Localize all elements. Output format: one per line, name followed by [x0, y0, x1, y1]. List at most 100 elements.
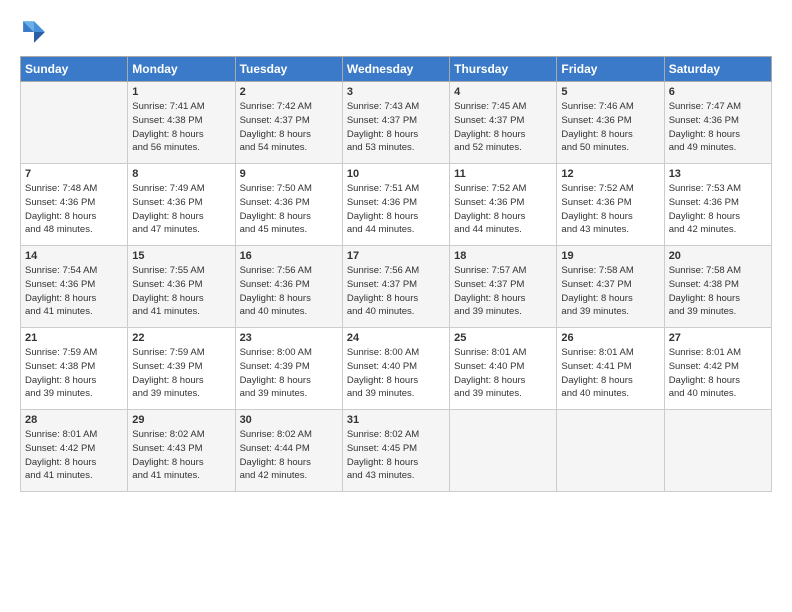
day-number: 26 [561, 332, 659, 344]
cell-info: Sunrise: 8:01 AMSunset: 4:41 PMDaylight:… [561, 346, 659, 401]
calendar-cell: 9 Sunrise: 7:50 AMSunset: 4:36 PMDaylight… [235, 164, 342, 246]
cell-info: Sunrise: 7:57 AMSunset: 4:37 PMDaylight:… [454, 264, 552, 319]
calendar-cell [664, 410, 771, 492]
logo [20, 18, 52, 46]
day-number: 18 [454, 250, 552, 262]
cell-info: Sunrise: 7:41 AMSunset: 4:38 PMDaylight:… [132, 100, 230, 155]
day-number: 3 [347, 86, 445, 98]
day-number: 22 [132, 332, 230, 344]
cell-info: Sunrise: 7:58 AMSunset: 4:37 PMDaylight:… [561, 264, 659, 319]
cell-info: Sunrise: 8:01 AMSunset: 4:40 PMDaylight:… [454, 346, 552, 401]
cell-info: Sunrise: 7:56 AMSunset: 4:37 PMDaylight:… [347, 264, 445, 319]
day-number: 1 [132, 86, 230, 98]
day-number: 17 [347, 250, 445, 262]
cell-info: Sunrise: 7:46 AMSunset: 4:36 PMDaylight:… [561, 100, 659, 155]
cell-info: Sunrise: 8:02 AMSunset: 4:45 PMDaylight:… [347, 428, 445, 483]
calendar-cell: 8Sunrise: 7:49 AMSunset: 4:36 PMDaylight… [128, 164, 235, 246]
cell-info: Sunrise: 7:42 AMSunset: 4:37 PMDaylight:… [240, 100, 338, 155]
calendar-cell: 6 Sunrise: 7:47 AMSunset: 4:36 PMDaylight… [664, 82, 771, 164]
header [20, 18, 772, 46]
day-number: 20 [669, 250, 767, 262]
day-number: 30 [240, 414, 338, 426]
calendar-cell: 24 Sunrise: 8:00 AMSunset: 4:40 PMDayligh… [342, 328, 449, 410]
day-number: 29 [132, 414, 230, 426]
cell-info: Sunrise: 8:02 AMSunset: 4:44 PMDaylight:… [240, 428, 338, 483]
cell-info: Sunrise: 8:01 AMSunset: 4:42 PMDaylight:… [25, 428, 123, 483]
calendar-cell: 1 Sunrise: 7:41 AMSunset: 4:38 PMDaylight… [128, 82, 235, 164]
calendar-cell: 4 Sunrise: 7:45 AMSunset: 4:37 PMDaylight… [450, 82, 557, 164]
calendar-cell: 26 Sunrise: 8:01 AMSunset: 4:41 PMDayligh… [557, 328, 664, 410]
calendar-table: SundayMondayTuesdayWednesdayThursdayFrid… [20, 56, 772, 492]
calendar-cell: 15 Sunrise: 7:55 AMSunset: 4:36 PMDayligh… [128, 246, 235, 328]
cell-info: Sunrise: 7:53 AMSunset: 4:36 PMDaylight:… [669, 182, 767, 237]
week-row-4: 28 Sunrise: 8:01 AMSunset: 4:42 PMDayligh… [21, 410, 772, 492]
cell-info: Sunrise: 7:56 AMSunset: 4:36 PMDaylight:… [240, 264, 338, 319]
cell-info: Sunrise: 8:00 AMSunset: 4:39 PMDaylight:… [240, 346, 338, 401]
calendar-cell: 21 Sunrise: 7:59 AMSunset: 4:38 PMDayligh… [21, 328, 128, 410]
calendar-cell: 5Sunrise: 7:46 AMSunset: 4:36 PMDaylight… [557, 82, 664, 164]
cell-info: Sunrise: 7:54 AMSunset: 4:36 PMDaylight:… [25, 264, 123, 319]
calendar-cell: 22 Sunrise: 7:59 AMSunset: 4:39 PMDayligh… [128, 328, 235, 410]
calendar-cell: 31 Sunrise: 8:02 AMSunset: 4:45 PMDayligh… [342, 410, 449, 492]
cell-info: Sunrise: 7:51 AMSunset: 4:36 PMDaylight:… [347, 182, 445, 237]
day-number: 15 [132, 250, 230, 262]
calendar-cell: 18 Sunrise: 7:57 AMSunset: 4:37 PMDayligh… [450, 246, 557, 328]
day-number: 25 [454, 332, 552, 344]
calendar-cell: 11 Sunrise: 7:52 AMSunset: 4:36 PMDayligh… [450, 164, 557, 246]
cell-info: Sunrise: 7:55 AMSunset: 4:36 PMDaylight:… [132, 264, 230, 319]
day-number: 9 [240, 168, 338, 180]
day-number: 6 [669, 86, 767, 98]
calendar-cell: 28 Sunrise: 8:01 AMSunset: 4:42 PMDayligh… [21, 410, 128, 492]
col-sunday: Sunday [21, 57, 128, 82]
day-number: 21 [25, 332, 123, 344]
week-row-3: 21 Sunrise: 7:59 AMSunset: 4:38 PMDayligh… [21, 328, 772, 410]
calendar-cell: 16 Sunrise: 7:56 AMSunset: 4:36 PMDayligh… [235, 246, 342, 328]
page: SundayMondayTuesdayWednesdayThursdayFrid… [0, 0, 792, 612]
day-number: 10 [347, 168, 445, 180]
calendar-cell [557, 410, 664, 492]
calendar-header-row: SundayMondayTuesdayWednesdayThursdayFrid… [21, 57, 772, 82]
col-saturday: Saturday [664, 57, 771, 82]
cell-info: Sunrise: 8:01 AMSunset: 4:42 PMDaylight:… [669, 346, 767, 401]
calendar-cell: 17 Sunrise: 7:56 AMSunset: 4:37 PMDayligh… [342, 246, 449, 328]
cell-info: Sunrise: 7:52 AMSunset: 4:36 PMDaylight:… [454, 182, 552, 237]
calendar-cell: 29 Sunrise: 8:02 AMSunset: 4:43 PMDayligh… [128, 410, 235, 492]
week-row-0: 1 Sunrise: 7:41 AMSunset: 4:38 PMDaylight… [21, 82, 772, 164]
day-number: 31 [347, 414, 445, 426]
day-number: 4 [454, 86, 552, 98]
cell-info: Sunrise: 7:58 AMSunset: 4:38 PMDaylight:… [669, 264, 767, 319]
cell-info: Sunrise: 7:52 AMSunset: 4:36 PMDaylight:… [561, 182, 659, 237]
calendar-cell [450, 410, 557, 492]
cell-info: Sunrise: 7:59 AMSunset: 4:39 PMDaylight:… [132, 346, 230, 401]
calendar-cell: 20 Sunrise: 7:58 AMSunset: 4:38 PMDayligh… [664, 246, 771, 328]
col-wednesday: Wednesday [342, 57, 449, 82]
day-number: 23 [240, 332, 338, 344]
cell-info: Sunrise: 7:47 AMSunset: 4:36 PMDaylight:… [669, 100, 767, 155]
day-number: 2 [240, 86, 338, 98]
calendar-cell [21, 82, 128, 164]
calendar-cell: 3Sunrise: 7:43 AMSunset: 4:37 PMDaylight… [342, 82, 449, 164]
calendar-cell: 30 Sunrise: 8:02 AMSunset: 4:44 PMDayligh… [235, 410, 342, 492]
day-number: 16 [240, 250, 338, 262]
day-number: 14 [25, 250, 123, 262]
calendar-cell: 7Sunrise: 7:48 AMSunset: 4:36 PMDaylight… [21, 164, 128, 246]
cell-info: Sunrise: 7:49 AMSunset: 4:36 PMDaylight:… [132, 182, 230, 237]
cell-info: Sunrise: 7:50 AMSunset: 4:36 PMDaylight:… [240, 182, 338, 237]
day-number: 11 [454, 168, 552, 180]
week-row-1: 7Sunrise: 7:48 AMSunset: 4:36 PMDaylight… [21, 164, 772, 246]
calendar-cell: 25 Sunrise: 8:01 AMSunset: 4:40 PMDayligh… [450, 328, 557, 410]
calendar-cell: 23 Sunrise: 8:00 AMSunset: 4:39 PMDayligh… [235, 328, 342, 410]
calendar-cell: 14 Sunrise: 7:54 AMSunset: 4:36 PMDayligh… [21, 246, 128, 328]
day-number: 28 [25, 414, 123, 426]
day-number: 12 [561, 168, 659, 180]
cell-info: Sunrise: 7:59 AMSunset: 4:38 PMDaylight:… [25, 346, 123, 401]
calendar-cell: 10 Sunrise: 7:51 AMSunset: 4:36 PMDayligh… [342, 164, 449, 246]
cell-info: Sunrise: 8:00 AMSunset: 4:40 PMDaylight:… [347, 346, 445, 401]
calendar-cell: 19Sunrise: 7:58 AMSunset: 4:37 PMDayligh… [557, 246, 664, 328]
cell-info: Sunrise: 8:02 AMSunset: 4:43 PMDaylight:… [132, 428, 230, 483]
logo-icon [20, 18, 48, 46]
cell-info: Sunrise: 7:45 AMSunset: 4:37 PMDaylight:… [454, 100, 552, 155]
day-number: 24 [347, 332, 445, 344]
calendar-cell: 12 Sunrise: 7:52 AMSunset: 4:36 PMDayligh… [557, 164, 664, 246]
day-number: 27 [669, 332, 767, 344]
